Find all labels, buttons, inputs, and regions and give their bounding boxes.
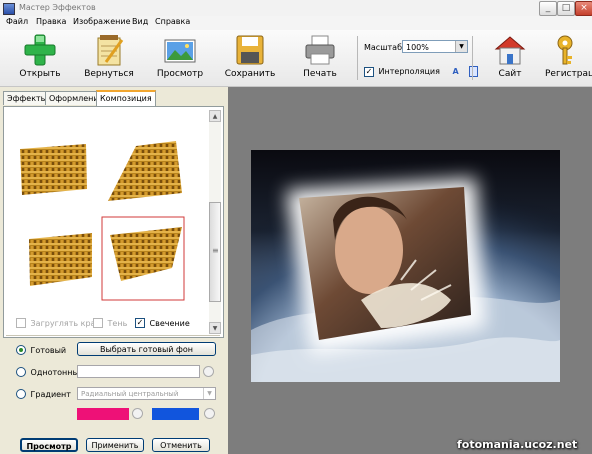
window-title: Мастер Эффектов: [19, 3, 96, 12]
scroll-thumb[interactable]: [209, 202, 221, 302]
gradient-color-1[interactable]: [77, 408, 129, 420]
menu-help[interactable]: Справка: [155, 17, 190, 26]
composition-thumbnails: [10, 111, 207, 331]
color-picker-icon[interactable]: [204, 408, 215, 419]
glow-label: Свечение: [149, 318, 190, 328]
save-label: Сохранить: [224, 69, 276, 79]
left-panel: Эффекты Оформление Композиция ▲ ≡ ▼ Загр…: [0, 87, 227, 454]
composition-thumbnail-2[interactable]: [108, 141, 182, 201]
composition-panel: ▲ ▼: [3, 106, 224, 338]
picture-icon: [163, 34, 197, 66]
preview-composition: [251, 150, 560, 382]
watermark: fotomania.ucoz.net: [457, 438, 578, 451]
ready-bg-radio[interactable]: [16, 345, 26, 355]
print-button[interactable]: Печать: [298, 34, 342, 79]
title-bar: Мастер Эффектов _ □ ×: [0, 0, 592, 17]
printer-icon: [303, 34, 337, 66]
apply-button[interactable]: Применить: [86, 438, 144, 452]
plus-icon: [23, 34, 57, 66]
minimize-button[interactable]: _: [539, 1, 557, 16]
divider: [6, 335, 220, 336]
menu-image[interactable]: Изображение: [73, 17, 131, 26]
round-edges-checkbox[interactable]: [16, 318, 26, 328]
gradient-bg-radio[interactable]: [16, 389, 26, 399]
register-label: Регистрац: [545, 69, 592, 79]
gradient-bg-label: Градиент: [30, 389, 71, 399]
menu-bar: Файл Правка Изображение Вид Справка: [0, 16, 592, 30]
menu-file[interactable]: Файл: [6, 17, 28, 26]
glow-checkbox[interactable]: ✓: [135, 318, 145, 328]
choose-background-button[interactable]: Выбрать готовый фон: [77, 342, 216, 356]
house-icon: [493, 34, 527, 66]
font-icon[interactable]: A: [452, 67, 458, 76]
print-label: Печать: [303, 69, 337, 79]
shadow-label: Тень: [107, 318, 128, 328]
solid-bg-option[interactable]: Однотонный: [16, 367, 84, 377]
tab-composition[interactable]: Композиция: [96, 90, 156, 107]
key-icon: [553, 34, 587, 66]
menu-view[interactable]: Вид: [132, 17, 148, 26]
composition-thumbnail-4-selected[interactable]: [101, 216, 185, 301]
gradient-type-value: Радиальный центральный: [81, 390, 179, 398]
scroll-down-icon[interactable]: ▼: [209, 322, 221, 334]
toolbar-separator: [472, 36, 473, 80]
interpolation-label: Интерполяция: [378, 67, 440, 76]
toolbar-separator: [357, 36, 358, 80]
composition-thumbnail-1[interactable]: [20, 144, 87, 195]
round-edges-label: Загруглять края: [30, 318, 101, 328]
undo-label: Вернуться: [84, 69, 134, 79]
thumbnail-grid: [20, 141, 185, 301]
preview-image[interactable]: [251, 150, 560, 382]
app-icon: [3, 3, 15, 15]
glow-option[interactable]: ✓ Свечение: [135, 318, 190, 328]
shadow-option[interactable]: Тень: [93, 318, 127, 328]
close-button[interactable]: ×: [575, 1, 592, 16]
site-label: Сайт: [498, 69, 522, 79]
gradient-color-2[interactable]: [152, 408, 199, 420]
cancel-button[interactable]: Отменить: [152, 438, 210, 452]
solid-bg-label: Однотонный: [30, 367, 85, 377]
register-button[interactable]: Регистрац: [545, 34, 592, 79]
open-label: Открыть: [19, 69, 61, 79]
shadow-checkbox[interactable]: [93, 318, 103, 328]
scroll-up-icon[interactable]: ▲: [209, 110, 221, 122]
view-button[interactable]: Просмотр: [154, 34, 206, 79]
menu-edit[interactable]: Правка: [36, 17, 66, 26]
zoom-select[interactable]: 100% ▼: [402, 40, 468, 53]
round-edges-option[interactable]: Загруглять края: [16, 318, 100, 328]
site-button[interactable]: Сайт: [488, 34, 532, 79]
zoom-label: Масштаб: [364, 43, 403, 52]
color-picker-icon[interactable]: [132, 408, 143, 419]
ready-bg-label: Готовый: [30, 345, 67, 355]
composition-thumbnail-3[interactable]: [29, 233, 92, 286]
save-button[interactable]: Сохранить: [224, 34, 276, 79]
interpolation-checkbox[interactable]: ✓: [364, 66, 374, 77]
interpolation-row: ✓ Интерполяция A: [364, 66, 479, 77]
chevron-down-icon[interactable]: ▼: [203, 388, 215, 399]
gradient-type-select[interactable]: Радиальный центральный ▼: [77, 387, 216, 400]
undo-button[interactable]: Вернуться: [82, 34, 136, 79]
toolbar: Открыть Вернуться Просмотр Сохранить Печ…: [0, 30, 592, 87]
document-icon[interactable]: [469, 66, 479, 77]
view-label: Просмотр: [156, 69, 204, 79]
tab-effects[interactable]: Эффекты: [3, 91, 51, 105]
solid-bg-radio[interactable]: [16, 367, 26, 377]
notepad-icon: [92, 34, 126, 66]
thumbnail-scrollbar[interactable]: ▲ ▼: [209, 110, 221, 334]
zoom-value: 100%: [406, 43, 429, 52]
preview-area: [228, 87, 592, 454]
color-picker-icon[interactable]: [203, 366, 214, 377]
chevron-down-icon[interactable]: ▼: [455, 41, 467, 52]
maximize-button[interactable]: □: [557, 1, 575, 16]
solid-color-field[interactable]: [77, 365, 200, 378]
gradient-bg-option[interactable]: Градиент: [16, 389, 71, 399]
floppy-icon: [233, 34, 267, 66]
ready-bg-option[interactable]: Готовый: [16, 345, 66, 355]
preview-button[interactable]: Просмотр: [20, 438, 78, 452]
open-button[interactable]: Открыть: [15, 34, 65, 79]
